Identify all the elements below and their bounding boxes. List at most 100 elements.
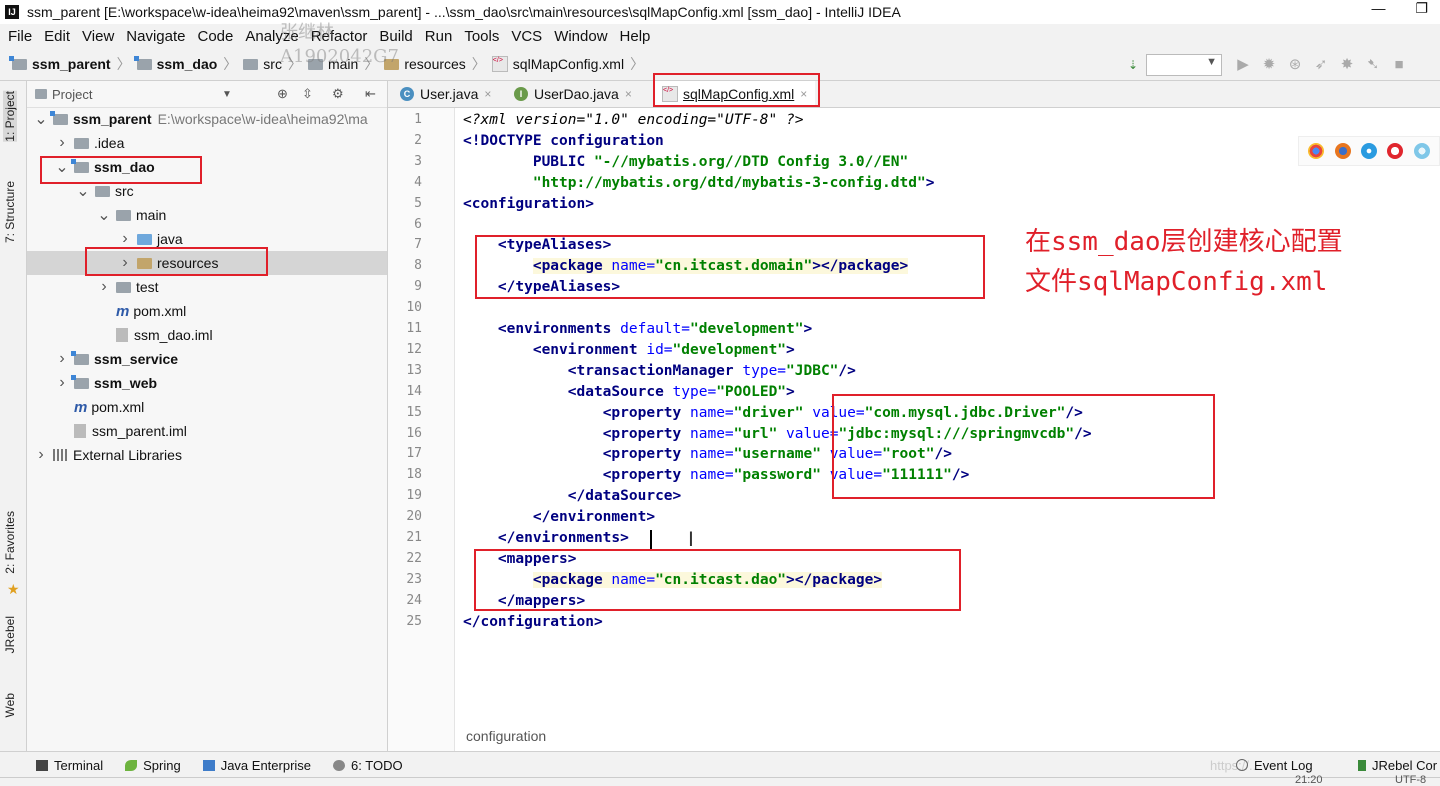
tree-item-external-libraries[interactable]: › External Libraries — [27, 443, 387, 467]
code-line[interactable]: </dataSource> — [463, 488, 682, 504]
menu-run[interactable]: Run — [425, 28, 453, 45]
chevron-right-icon[interactable]: › — [96, 278, 112, 296]
code-line[interactable]: <environment id="development"> — [463, 342, 795, 358]
chevron-right-icon[interactable]: › — [54, 134, 70, 152]
tool-jrebel-console[interactable]: JRebel Cor — [1358, 758, 1437, 773]
tool-event-log[interactable]: Event Log — [1236, 758, 1313, 773]
code-line[interactable]: </environments> — [463, 530, 629, 546]
menu-vcs[interactable]: VCS — [511, 28, 542, 45]
close-icon[interactable]: × — [625, 87, 632, 101]
editor-breadcrumb[interactable]: configuration — [466, 728, 546, 744]
coverage-icon[interactable]: ⊛ — [1287, 57, 1303, 73]
breadcrumb-ssm-parent[interactable]: ssm_parent 〉 — [9, 54, 131, 74]
line-number: 6 — [414, 216, 422, 232]
menu-view[interactable]: View — [82, 28, 114, 45]
menu-navigate[interactable]: Navigate — [126, 28, 185, 45]
code-line[interactable]: <?xml version="1.0" encoding="UTF-8" ?> — [463, 112, 803, 128]
tool-java-enterprise[interactable]: Java Enterprise — [202, 758, 311, 773]
tree-item-idea[interactable]: › .idea — [27, 131, 387, 155]
tree-item-ssm-service[interactable]: › ssm_service — [27, 347, 387, 371]
code-line[interactable]: <environments default="development"> — [463, 321, 812, 337]
tab-favorites[interactable]: 2: Favorites — [3, 511, 17, 574]
run-icon[interactable]: ▶ — [1235, 57, 1251, 73]
tab-user-java[interactable]: C User.java × — [392, 81, 499, 107]
debug-icon[interactable]: ✹ — [1261, 57, 1277, 73]
line-number: 5 — [414, 195, 422, 211]
tool-terminal[interactable]: Terminal — [36, 758, 103, 773]
minimize-button[interactable]: — — [1371, 0, 1385, 17]
breadcrumb-resources[interactable]: resources 〉 — [384, 54, 486, 74]
menu-code[interactable]: Code — [197, 28, 233, 45]
tree-item-pom-xml[interactable]: m pom.xml — [27, 395, 387, 419]
menu-edit[interactable]: Edit — [44, 28, 70, 45]
close-icon[interactable]: × — [484, 87, 491, 101]
chevron-down-icon[interactable]: ⌄ — [75, 181, 91, 201]
code-line[interactable]: <configuration> — [463, 196, 594, 212]
breadcrumb-file[interactable]: sqlMapConfig.xml〉 — [491, 54, 644, 74]
maven-icon: m — [74, 398, 88, 416]
tree-item-label: External Libraries — [73, 447, 182, 463]
code-line[interactable]: </configuration> — [463, 614, 603, 630]
mouse-text-cursor-icon: Ⅰ — [688, 529, 694, 551]
run-config-select[interactable]: ▼ — [1146, 54, 1222, 76]
tool-spring[interactable]: Spring — [125, 758, 181, 773]
chevron-down-icon[interactable]: ⌄ — [96, 205, 112, 225]
jrebel-debug-icon[interactable]: ✸ — [1339, 57, 1355, 73]
ie-icon[interactable] — [1413, 143, 1430, 159]
sort-icon[interactable]: ⇣ — [1125, 57, 1141, 73]
safari-icon[interactable] — [1360, 143, 1377, 159]
module-folder-icon — [71, 374, 89, 389]
editor-tab-bar: CUser.java× IUserDao.java× sqlMapConfig.… — [388, 81, 1440, 108]
code-line[interactable]: "http://mybatis.org/dtd/mybatis-3-config… — [463, 175, 935, 191]
breadcrumb-ssm-dao[interactable]: ssm_dao 〉 — [133, 54, 237, 74]
gear-icon[interactable]: ⚙ — [332, 86, 344, 102]
tree-item-main[interactable]: ⌄ main — [27, 203, 387, 227]
menu-tools[interactable]: Tools — [464, 28, 499, 45]
tree-item-ssm-parent[interactable]: ⌄ ssm_parent E:\workspace\w-idea\heima92\m… — [27, 107, 387, 131]
chevron-down-icon[interactable]: ⌄ — [33, 109, 49, 129]
caret-position[interactable]: 21:20 — [1295, 774, 1323, 786]
code-line[interactable]: <dataSource type="POOLED"> — [463, 384, 795, 400]
menu-window[interactable]: Window — [554, 28, 607, 45]
firefox-icon[interactable] — [1334, 143, 1351, 159]
tab-structure[interactable]: 7: Structure — [3, 181, 17, 243]
line-number: 13 — [406, 362, 422, 378]
chevron-right-icon[interactable]: › — [54, 350, 70, 368]
stop-icon[interactable]: ■ — [1391, 57, 1407, 73]
project-panel-title[interactable]: Project — [52, 87, 92, 102]
chevron-down-icon[interactable]: ▼ — [222, 89, 232, 100]
code-line[interactable]: <transactionManager type="JDBC"/> — [463, 363, 856, 379]
tool-todo[interactable]: 6: TODO — [333, 758, 403, 773]
module-folder-icon — [50, 110, 68, 125]
line-number: 12 — [406, 341, 422, 357]
tab-jrebel[interactable]: JRebel — [3, 616, 17, 653]
tab-project[interactable]: 1: Project — [3, 91, 17, 142]
tree-item-pom-xml[interactable]: m pom.xml — [27, 299, 387, 323]
tree-item-label: ssm_parent.iml — [92, 423, 187, 439]
tree-item-ssm-parent-iml[interactable]: ssm_parent.iml — [27, 419, 387, 443]
opera-icon[interactable] — [1387, 143, 1404, 159]
code-line[interactable]: PUBLIC "-//mybatis.org//DTD Config 3.0//… — [463, 154, 908, 170]
menu-file[interactable]: File — [8, 28, 32, 45]
tab-userdao-java[interactable]: I UserDao.java × — [506, 81, 640, 107]
chevron-right-icon[interactable]: › — [54, 374, 70, 392]
tree-item-ssm-dao-iml[interactable]: ssm_dao.iml — [27, 323, 387, 347]
tree-item-test[interactable]: › test — [27, 275, 387, 299]
file-encoding[interactable]: UTF-8 — [1395, 774, 1426, 786]
target-icon[interactable]: ⊕ — [277, 86, 288, 102]
collapse-icon[interactable]: ⇳ — [302, 86, 313, 102]
menu-help[interactable]: Help — [620, 28, 651, 45]
code-line[interactable]: <!DOCTYPE configuration — [463, 133, 664, 149]
jrebel-run-icon[interactable]: ➶ — [1313, 57, 1329, 73]
menu-build[interactable]: Build — [379, 28, 412, 45]
line-number: 18 — [406, 467, 422, 483]
restore-button[interactable]: ❐ — [1415, 0, 1428, 17]
code-line[interactable]: </environment> — [463, 509, 655, 525]
tree-item-ssm-web[interactable]: › ssm_web — [27, 371, 387, 395]
hide-icon[interactable]: ⇤ — [365, 86, 376, 102]
chevron-right-icon[interactable]: › — [33, 446, 49, 464]
chevron-right-icon[interactable]: › — [117, 230, 133, 248]
jrebel-icon[interactable]: ➷ — [1365, 57, 1381, 73]
tab-web[interactable]: Web — [3, 693, 17, 717]
chrome-icon[interactable] — [1308, 143, 1325, 159]
